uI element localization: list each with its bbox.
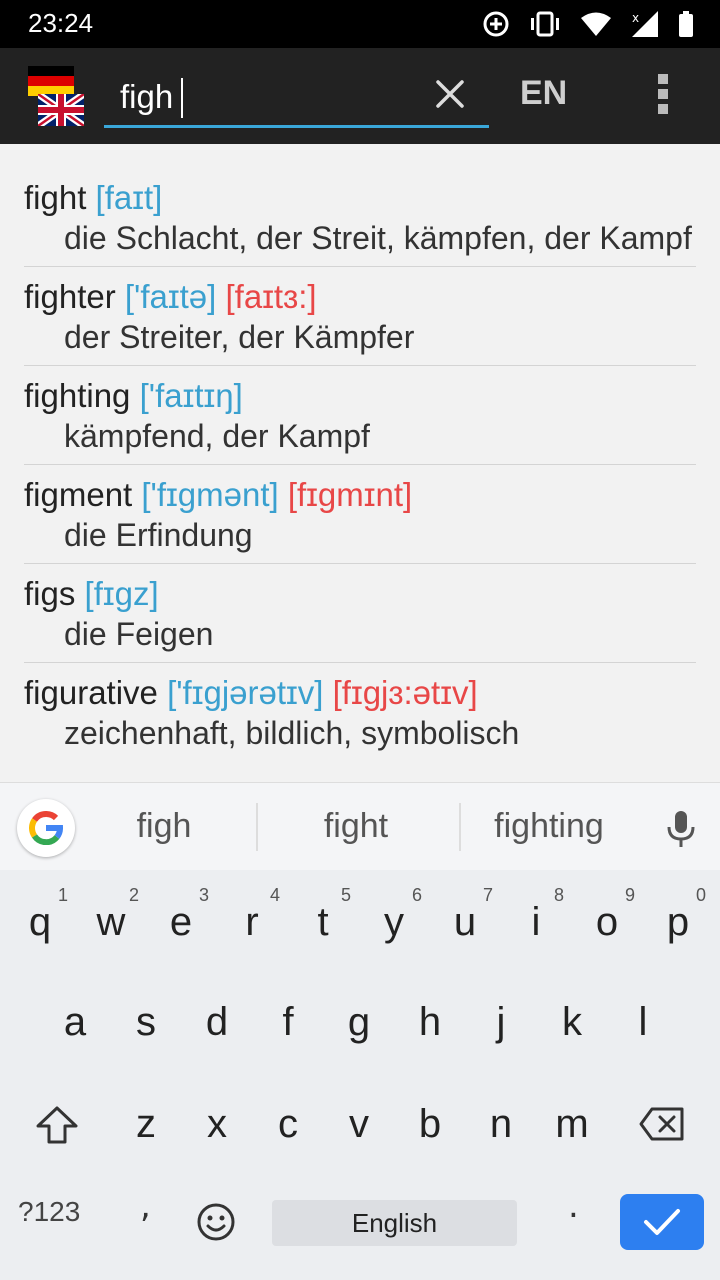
entry-head: fighter ['faɪtə] [faɪtɜ:] [24,277,696,317]
entry-ipa-us: [fɪgmɪnt] [287,476,413,513]
key-w[interactable]: w2 [79,882,143,962]
text-caret [181,78,183,118]
entry-word: figurative [24,674,158,711]
suggestion-divider [256,803,258,851]
entry-word: figs [24,575,76,612]
key-l[interactable]: l [611,982,675,1062]
key-r[interactable]: r4 [220,882,284,962]
entry-ipa-uk: ['faɪtə] [124,278,217,315]
battery-icon [679,11,693,37]
entry-translation: der Streiter, der Kämpfer [64,319,415,355]
key-k[interactable]: k [540,982,604,1062]
key-j[interactable]: j [469,982,533,1062]
key-p[interactable]: p0 [646,882,710,962]
google-icon[interactable] [17,799,75,857]
list-item[interactable]: figs [fɪgz] die Feigen [24,564,696,663]
space-bar[interactable]: English [272,1200,517,1246]
key-m[interactable]: m [540,1084,604,1164]
key-s[interactable]: s [114,982,178,1062]
overflow-menu-icon[interactable] [650,70,676,120]
language-toggle-button[interactable]: EN [520,74,567,113]
microphone-icon[interactable] [664,809,698,849]
backspace-icon[interactable] [638,1106,686,1142]
entry-word: fighting [24,377,131,414]
key-c[interactable]: c [256,1084,320,1164]
suggestion-1[interactable]: figh [74,807,254,846]
suggestion-3[interactable]: fighting [459,807,639,846]
key-b[interactable]: b [398,1084,462,1164]
search-input-text: figh [120,78,174,115]
entry-head: figurative ['fɪgjərətɪv] [fɪgjɜ:ətɪv] [24,673,696,713]
key-e[interactable]: e3 [149,882,213,962]
cell-signal-icon: x [632,11,658,37]
data-saver-icon [483,11,509,37]
svg-text:x: x [632,11,639,25]
shift-icon[interactable] [34,1104,80,1146]
key-v[interactable]: v [327,1084,391,1164]
clear-icon[interactable] [430,74,470,114]
entry-translation: die Erfindung [64,517,253,553]
key-t[interactable]: t5 [291,882,355,962]
entry-ipa-uk: [fɪgz] [84,575,159,612]
list-item[interactable]: figment ['fɪgmənt] [fɪgmɪnt] die Erfindu… [24,465,696,564]
checkmark-icon [644,1209,680,1235]
entry-translation: die Schlacht, der Streit, kämpfen, der K… [64,220,692,256]
entry-head: figment ['fɪgmənt] [fɪgmɪnt] [24,475,696,515]
status-bar: 23:24 x [0,0,720,48]
key-i[interactable]: i8 [504,882,568,962]
key-a[interactable]: a [43,982,107,1062]
entry-ipa-uk: ['faɪtɪŋ] [139,377,243,414]
status-time: 23:24 [28,8,94,38]
suggestion-strip: figh fight fighting [0,782,720,870]
key-g[interactable]: g [327,982,391,1062]
key-y[interactable]: y6 [362,882,426,962]
key-f[interactable]: f [256,982,320,1062]
key-d[interactable]: d [185,982,249,1062]
entry-word: fighter [24,278,116,315]
german-flag-icon[interactable] [28,66,74,96]
entry-ipa-us: [faɪtɜ:] [225,278,317,315]
entry-head: figs [fɪgz] [24,574,696,614]
entry-ipa-uk: [faɪt] [95,179,163,216]
entry-ipa-uk: ['fɪgjərətɪv] [167,674,324,711]
period-key[interactable]: . [568,1186,579,1226]
entry-ipa-us: [fɪgjɜ:ətɪv] [332,674,478,711]
keyboard: q1 w2 e3 r4 t5 y6 u7 i8 o9 p0 a s d f g … [0,870,720,1280]
key-q[interactable]: q1 [8,882,72,962]
entry-word: fight [24,179,87,216]
list-item[interactable]: fight [faɪt] die Schlacht, der Streit, k… [24,144,696,267]
comma-key[interactable]: , [140,1186,151,1226]
key-h[interactable]: h [398,982,462,1062]
uk-flag-icon[interactable] [38,94,84,126]
symbols-key[interactable]: ?123 [18,1196,80,1228]
key-z[interactable]: z [114,1084,178,1164]
key-n[interactable]: n [469,1084,533,1164]
entry-ipa-uk: ['fɪgmənt] [141,476,279,513]
entry-translation: zeichenhaft, bildlich, symbolisch [64,715,520,751]
key-u[interactable]: u7 [433,882,497,962]
status-icons: x [482,8,694,40]
entry-word: figment [24,476,133,513]
wifi-icon [581,12,611,36]
key-o[interactable]: o9 [575,882,639,962]
app-bar: figh EN [0,48,720,144]
entry-head: fight [faɪt] [24,178,696,218]
list-item[interactable]: fighting ['faɪtɪŋ] kämpfend, der Kampf [24,366,696,465]
entry-translation: die Feigen [64,616,214,652]
list-item[interactable]: fighter ['faɪtə] [faɪtɜ:] der Streiter, … [24,267,696,366]
vibrate-icon [531,11,559,37]
entry-head: fighting ['faɪtɪŋ] [24,376,696,416]
suggestion-2[interactable]: fight [266,807,446,846]
entry-translation: kämpfend, der Kampf [64,418,370,454]
emoji-icon[interactable] [196,1202,236,1242]
list-item[interactable]: figurative ['fɪgjərətɪv] [fɪgjɜ:ətɪv] ze… [24,663,696,758]
results-list: fight [faɪt] die Schlacht, der Streit, k… [0,144,720,758]
enter-button[interactable] [620,1194,704,1250]
key-x[interactable]: x [185,1084,249,1164]
